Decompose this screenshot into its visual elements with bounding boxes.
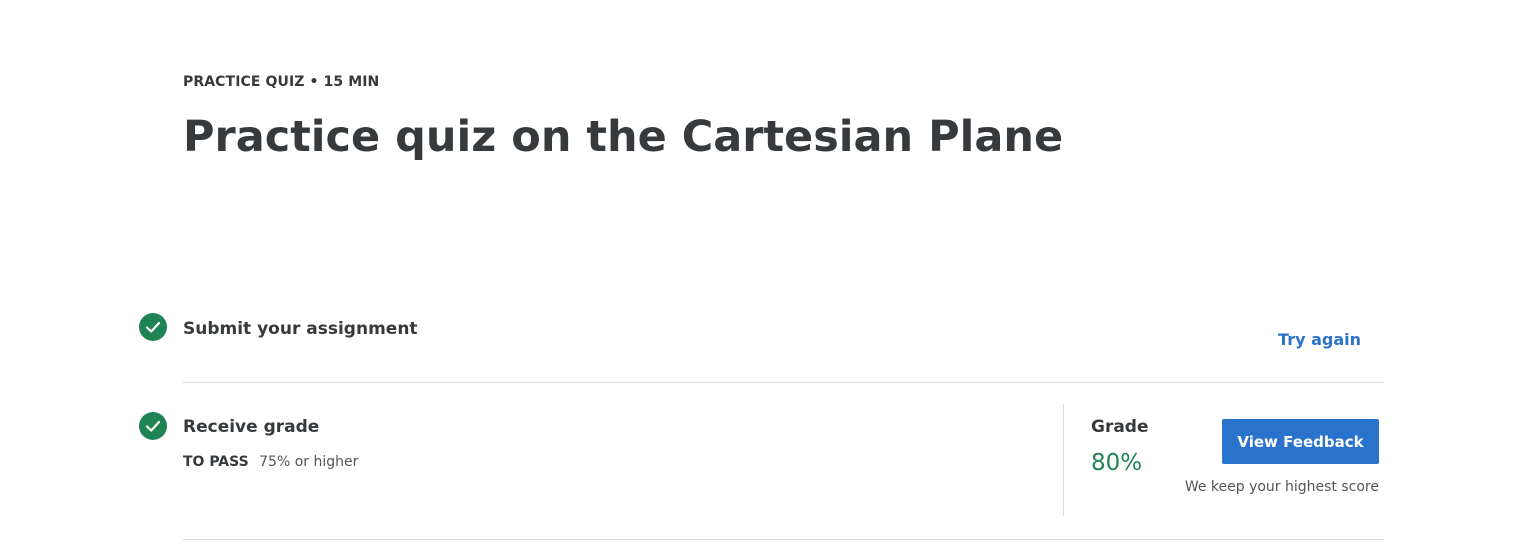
pass-label: TO PASS: [183, 454, 249, 470]
receive-grade-title: Receive grade: [183, 417, 320, 437]
submit-step-title: Submit your assignment: [183, 319, 418, 339]
page-title: Practice quiz on the Cartesian Plane: [183, 112, 1064, 162]
try-again-link[interactable]: Try again: [1278, 330, 1361, 349]
quiz-meta: PRACTICE QUIZ • 15 MIN: [183, 74, 380, 90]
divider: [183, 382, 1384, 383]
pass-requirement: TO PASS 75% or higher: [183, 454, 358, 470]
vertical-divider: [1063, 404, 1064, 516]
view-feedback-button[interactable]: View Feedback: [1222, 419, 1379, 464]
quiz-page: PRACTICE QUIZ • 15 MIN Practice quiz on …: [0, 0, 1529, 552]
score-note: We keep your highest score: [1184, 479, 1379, 495]
grade-value: 80%: [1091, 450, 1143, 476]
pass-value: 75% or higher: [259, 454, 359, 470]
grade-label: Grade: [1091, 417, 1149, 437]
check-circle-icon: [139, 412, 167, 440]
divider: [183, 539, 1384, 540]
check-circle-icon: [139, 313, 167, 341]
